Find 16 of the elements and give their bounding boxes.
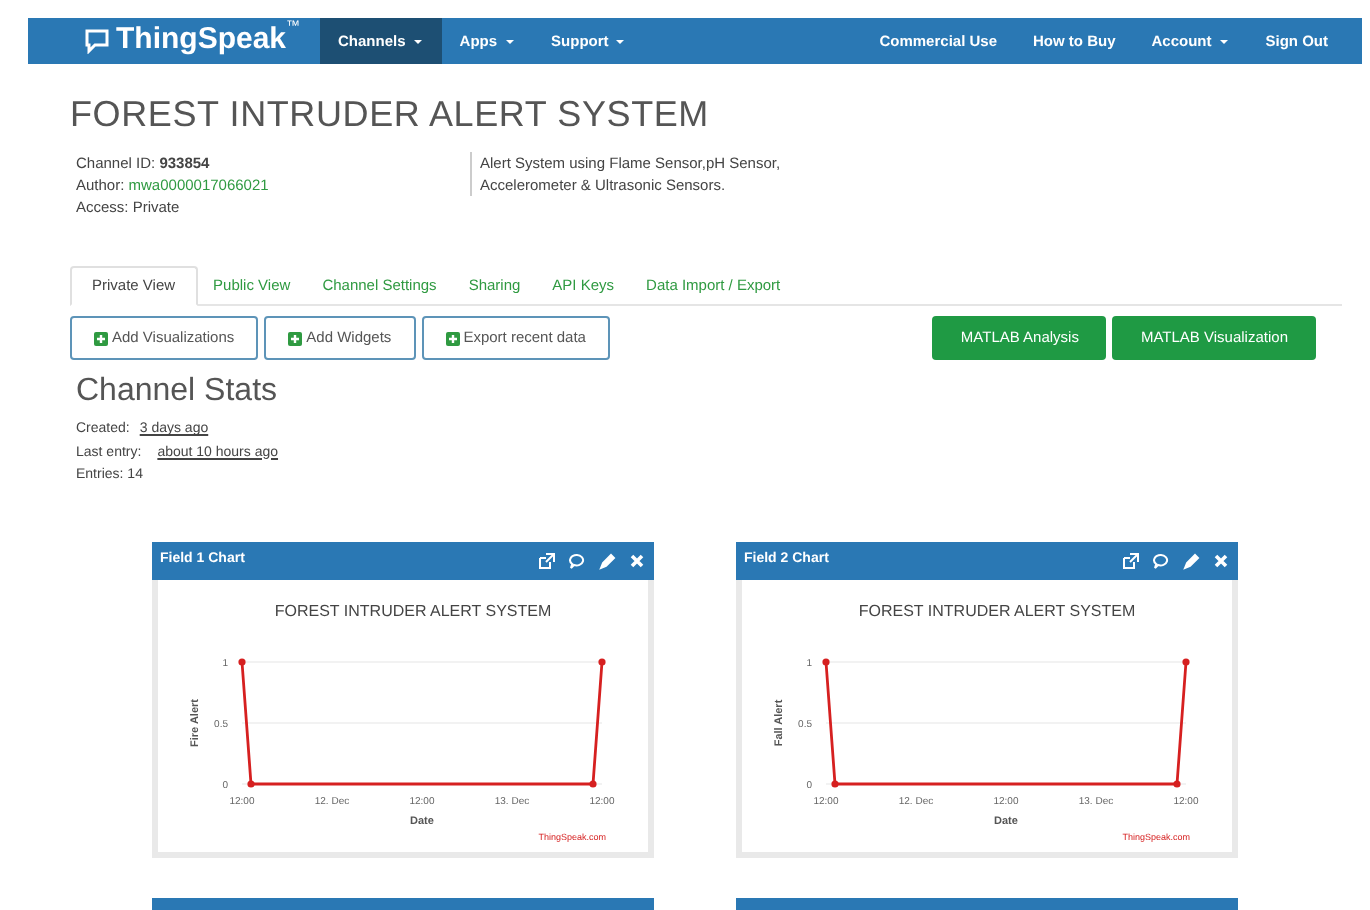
comment-icon[interactable]: [568, 551, 586, 569]
close-icon[interactable]: [1212, 551, 1230, 569]
close-icon[interactable]: [628, 551, 646, 569]
external-link-icon[interactable]: [538, 551, 556, 569]
chat-bubble-icon: [84, 28, 110, 54]
channel-title: FOREST INTRUDER ALERT SYSTEM: [70, 92, 711, 138]
pencil-icon[interactable]: [1182, 551, 1200, 569]
section-heading: Channel Stats: [74, 372, 280, 412]
chart-title: FOREST INTRUDER ALERT SYSTEM: [858, 601, 1136, 619]
plus-icon: [445, 331, 460, 345]
pencil-icon[interactable]: [598, 551, 616, 569]
chart-title: FOREST INTRUDER ALERT SYSTEM: [274, 601, 552, 619]
comment-icon[interactable]: [1152, 551, 1170, 569]
plus-icon: [288, 331, 303, 345]
external-link-icon[interactable]: [1122, 551, 1140, 569]
plus-icon: [94, 331, 108, 345]
